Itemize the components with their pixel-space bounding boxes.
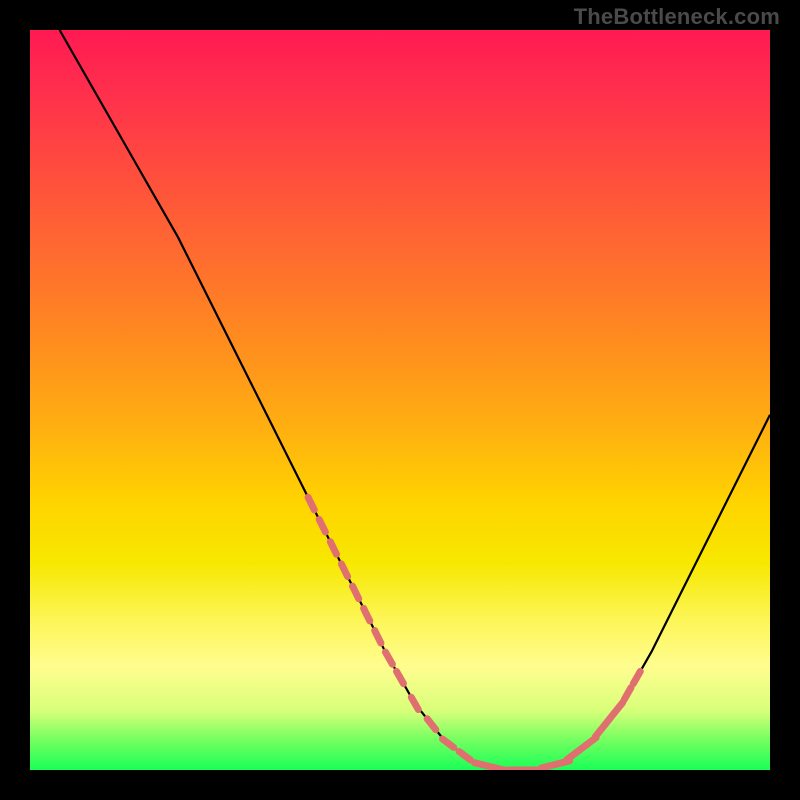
- marker-dash: [397, 671, 404, 683]
- marker-dash: [411, 697, 418, 709]
- marker-dash: [633, 671, 640, 683]
- marker-dash: [330, 542, 336, 555]
- bottleneck-curve: [60, 30, 770, 770]
- marker-dash: [308, 497, 314, 510]
- marker-dash: [491, 767, 505, 770]
- watermark-text: TheBottleneck.com: [574, 4, 780, 30]
- curve-markers: [308, 497, 640, 770]
- plot-area: [30, 30, 770, 770]
- marker-dash: [364, 608, 370, 621]
- marker-dash: [341, 564, 347, 577]
- marker-dash: [353, 586, 359, 599]
- marker-dash: [475, 763, 489, 766]
- marker-dash: [319, 520, 325, 533]
- chart-container: TheBottleneck.com: [0, 0, 800, 800]
- marker-dash: [443, 739, 454, 747]
- curve-svg: [30, 30, 770, 770]
- marker-dash: [614, 703, 623, 714]
- marker-dash: [459, 752, 470, 760]
- marker-dash: [427, 719, 436, 730]
- marker-dash: [624, 688, 631, 700]
- marker-dash: [375, 631, 381, 644]
- marker-dash: [385, 652, 392, 664]
